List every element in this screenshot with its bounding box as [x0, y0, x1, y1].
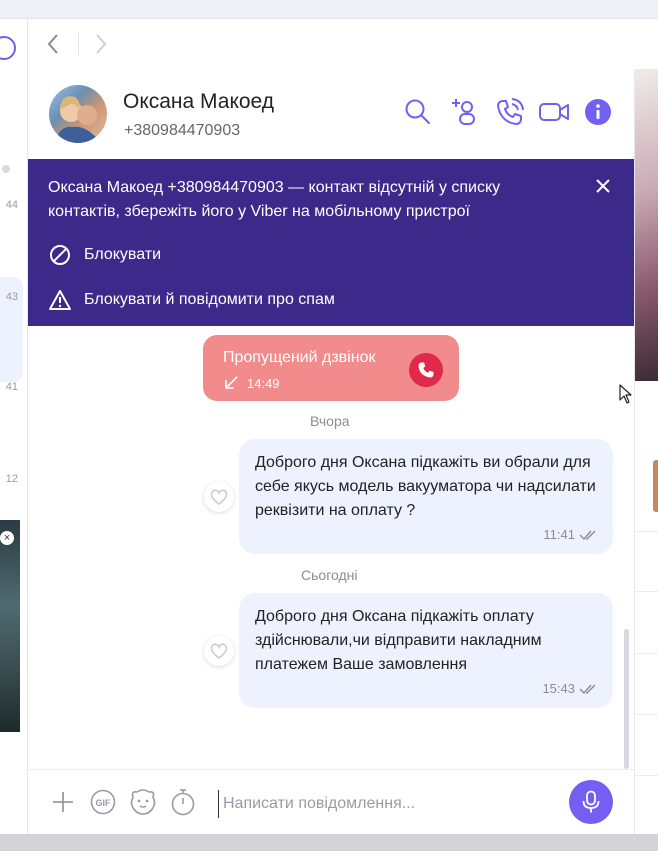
info-panel-divider [635, 531, 658, 532]
message-time: 15:43 [542, 681, 575, 696]
message-meta: 11:41 [543, 527, 599, 542]
avatar[interactable] [49, 85, 107, 143]
block-report-label: Блокувати й повідомити про спам [84, 291, 335, 308]
avatar-photo-icon [55, 96, 101, 143]
chevron-left-icon [47, 34, 58, 54]
timer-icon [171, 789, 195, 816]
search-icon [405, 99, 430, 124]
message-text: Доброго дня Оксана підкажіть оплату здій… [255, 608, 542, 673]
info-panel-thumb[interactable] [653, 460, 658, 512]
viber-logo-icon [0, 36, 16, 60]
info-panel-divider [635, 591, 658, 592]
attach-button[interactable] [48, 787, 78, 817]
chat-list-time: 41 [5, 381, 18, 393]
missed-call-time: 14:49 [247, 376, 280, 391]
sticker-button[interactable] [128, 787, 158, 817]
info-panel-divider [635, 714, 658, 715]
video-call-button[interactable] [538, 96, 570, 128]
add-participant-button[interactable] [448, 96, 480, 128]
phone-icon [497, 98, 524, 125]
chat-list-time: 44 [5, 199, 18, 211]
like-button[interactable] [204, 636, 234, 666]
gif-button[interactable]: GIF [88, 787, 118, 817]
contact-phone: +380984470903 [124, 122, 241, 139]
navigation-bar [28, 19, 658, 70]
chevron-right-icon [96, 34, 107, 54]
warning-icon [48, 288, 72, 312]
block-icon [48, 243, 72, 267]
outgoing-message[interactable]: Доброго дня Оксана підкажіть оплату здій… [239, 593, 613, 708]
voice-message-button[interactable] [569, 780, 613, 824]
close-icon[interactable]: × [0, 531, 14, 545]
date-separator: Вчора [310, 413, 350, 429]
info-panel-divider [635, 775, 658, 776]
message-composer: GIF [28, 769, 634, 835]
outgoing-message[interactable]: Доброго дня Оксана підкажіть ви обрали д… [239, 439, 613, 554]
missed-call-title: Пропущений дзвінок [223, 349, 376, 366]
message-input[interactable] [218, 790, 565, 818]
scrollbar[interactable] [624, 629, 629, 769]
chat-list-dot [2, 165, 10, 173]
plus-icon [53, 792, 73, 812]
block-and-report-button[interactable]: Блокувати й повідомити про спам [48, 288, 335, 312]
info-panel-divider [635, 653, 658, 654]
chat-header: Оксана Макоед +380984470903 [28, 69, 634, 159]
message-meta: 15:43 [542, 681, 599, 696]
back-button[interactable] [38, 29, 68, 59]
window-bottom-strip [0, 834, 658, 851]
voice-call-button[interactable] [494, 96, 526, 128]
block-button[interactable]: Блокувати [48, 243, 161, 267]
video-icon [539, 103, 569, 121]
phone-icon [418, 362, 434, 378]
search-button[interactable] [402, 96, 434, 128]
info-icon [585, 99, 611, 125]
banner-close-button[interactable] [591, 174, 615, 198]
chat-list-panel[interactable]: 44 43 41 12 × [0, 19, 28, 834]
gif-icon: GIF [90, 789, 116, 815]
call-back-button[interactable] [409, 353, 443, 387]
nav-divider [78, 33, 79, 55]
info-button[interactable] [582, 96, 614, 128]
missed-call-message[interactable]: Пропущений дзвінок 14:49 [203, 335, 459, 401]
unknown-contact-banner: Оксана Макоед +380984470903 — контакт ві… [28, 159, 634, 326]
contact-name[interactable]: Оксана Макоед [123, 90, 274, 114]
mic-icon [582, 790, 600, 813]
chat-list-time: 43 [5, 291, 18, 303]
close-icon [596, 179, 610, 193]
sticker-icon [130, 789, 156, 815]
mouse-cursor-icon [619, 384, 632, 404]
info-panel-photo [635, 69, 658, 381]
read-checkmarks-icon [579, 530, 596, 540]
date-separator: Сьогодні [301, 567, 358, 583]
forward-button[interactable] [86, 29, 116, 59]
timer-button[interactable] [168, 787, 198, 817]
banner-message: Оксана Макоед +380984470903 — контакт ві… [48, 179, 501, 220]
incoming-arrow-icon [225, 376, 238, 389]
heart-icon [210, 643, 228, 659]
message-time: 11:41 [543, 527, 575, 542]
message-list[interactable]: Пропущений дзвінок 14:49 Вчора Доброго д… [28, 326, 634, 769]
window-top-strip [0, 0, 658, 19]
chat-list-time: 12 [5, 473, 18, 485]
info-panel [634, 69, 658, 834]
heart-icon [210, 489, 228, 505]
read-checkmarks-icon [579, 684, 596, 694]
like-button[interactable] [204, 482, 234, 512]
add-user-icon [452, 99, 475, 125]
message-text: Доброго дня Оксана підкажіть ви обрали д… [255, 454, 596, 519]
block-label: Блокувати [84, 246, 162, 263]
svg-text:GIF: GIF [96, 798, 112, 808]
chat-list-image-preview[interactable] [0, 520, 20, 732]
